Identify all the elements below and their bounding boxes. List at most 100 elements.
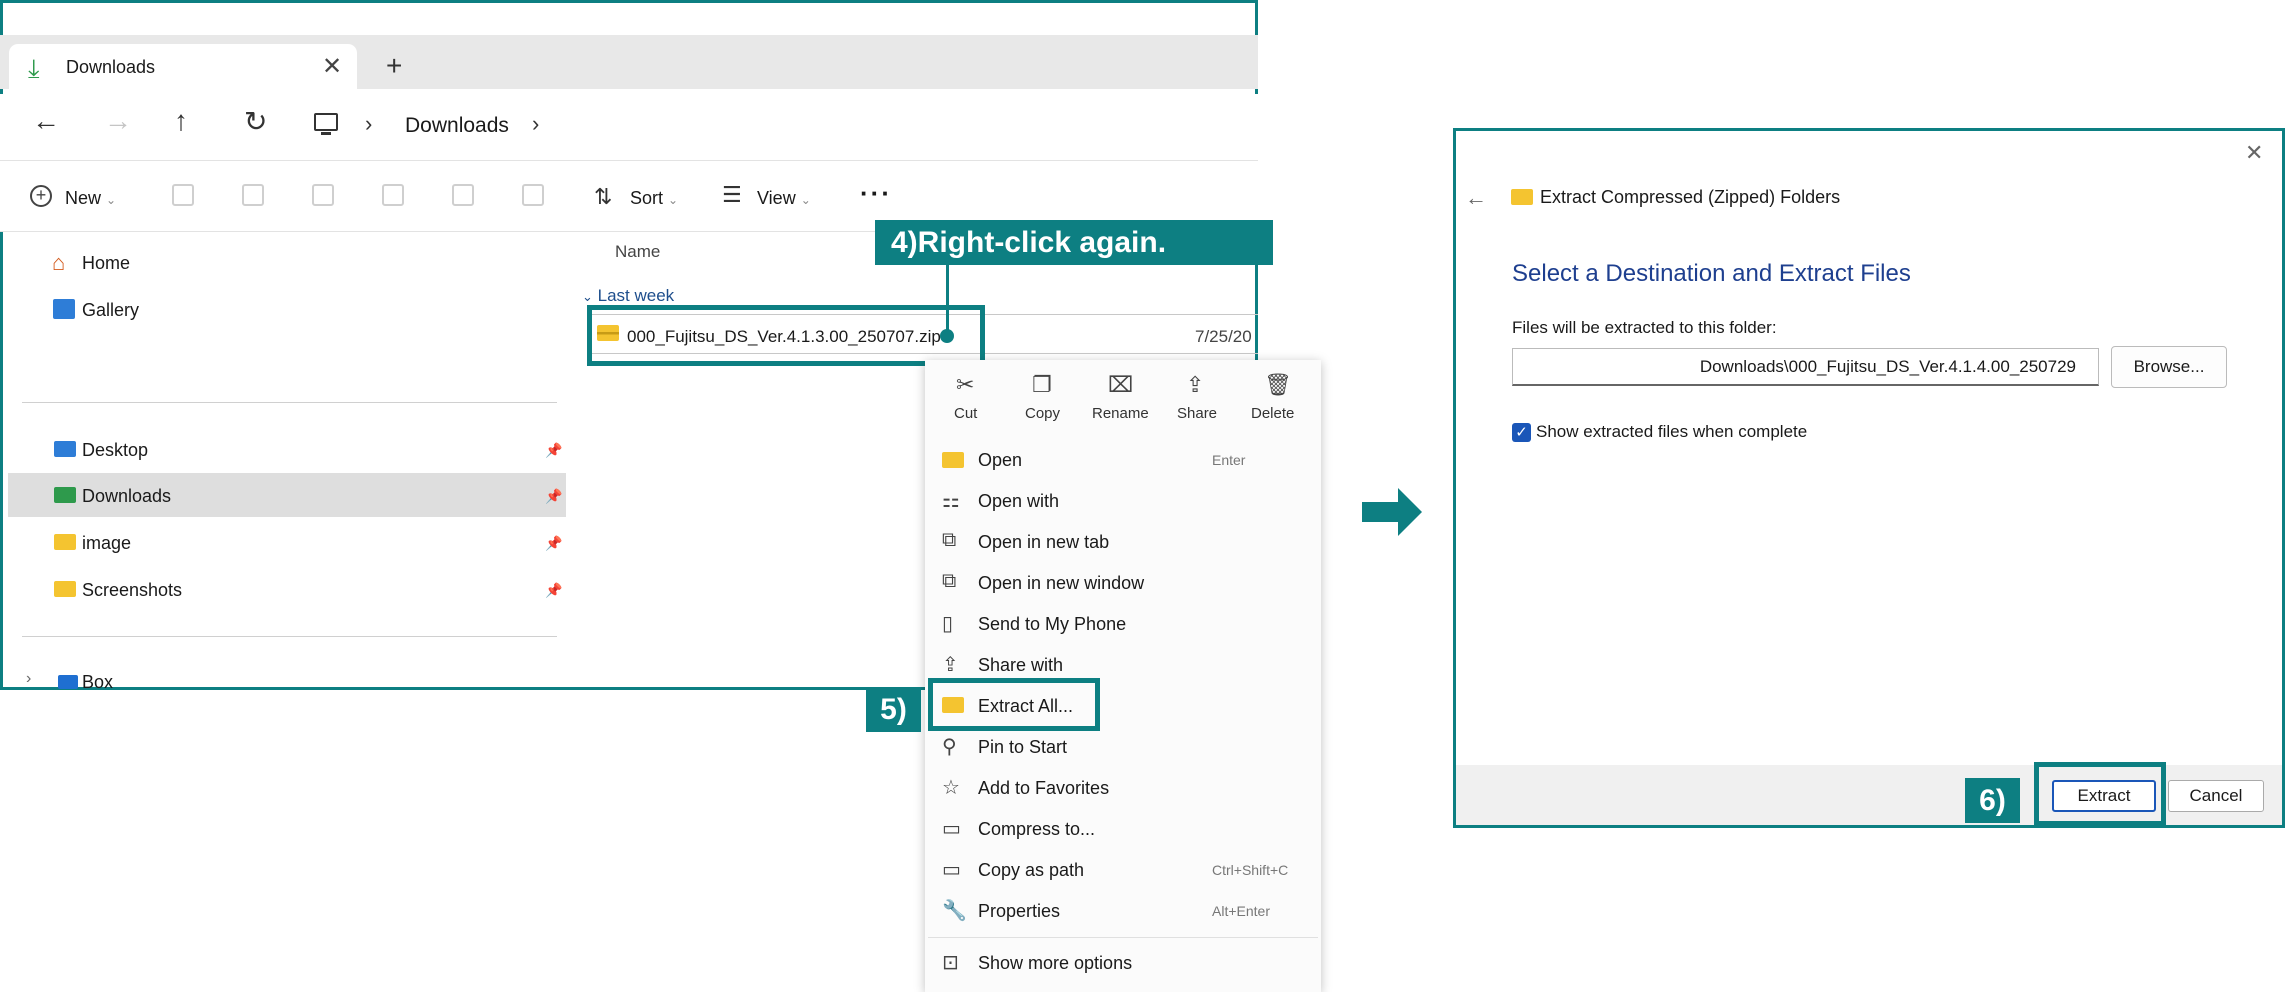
callout-highlight-extract — [2034, 762, 2166, 826]
menu-item-open[interactable]: Open — [978, 450, 1022, 471]
sidebar-item-desktop[interactable]: Desktop — [82, 440, 148, 461]
group-label: Last week — [597, 286, 675, 305]
sidebar-divider — [22, 402, 557, 403]
quick-action-cut[interactable]: Cut — [954, 405, 977, 422]
callout-step-5: 5) — [866, 687, 921, 732]
menu-shortcut: Alt+Enter — [1212, 903, 1270, 919]
menu-item-pin-to-start[interactable]: Pin to Start — [978, 737, 1067, 758]
callout-leader-dot — [940, 329, 954, 343]
open-with-icon: ⚏ — [942, 490, 960, 512]
folder-icon — [54, 534, 76, 550]
pin-icon: ⚲ — [942, 736, 957, 758]
trash-icon[interactable]: 🗑 — [1264, 372, 1292, 398]
menu-item-copy-as-path[interactable]: Copy as path — [978, 860, 1084, 881]
callout-leader-line — [946, 265, 949, 335]
menu-shortcut: Enter — [1212, 452, 1246, 468]
copy-icon[interactable]: ❐ — [1032, 372, 1052, 398]
group-header-last-week[interactable]: ⌄ Last week — [582, 286, 674, 306]
rename-icon-disabled — [382, 184, 404, 206]
home-icon: ⌂ — [52, 250, 66, 275]
callout-highlight-extract-all — [928, 678, 1100, 731]
folder-open-icon — [942, 452, 964, 468]
this-pc-icon[interactable] — [314, 113, 338, 131]
copy-path-icon: ▭ — [942, 859, 961, 881]
close-icon[interactable]: ✕ — [2245, 140, 2263, 166]
quick-action-delete[interactable]: Delete — [1251, 405, 1294, 422]
menu-item-properties[interactable]: Properties — [978, 901, 1060, 922]
column-header-name[interactable]: Name — [615, 242, 660, 262]
sidebar-item-gallery[interactable]: Gallery — [82, 300, 139, 321]
new-window-icon: ⧉ — [942, 570, 957, 592]
chevron-down-icon: ⌄ — [800, 193, 811, 207]
desktop-folder-icon — [54, 441, 76, 457]
copy-icon-disabled — [242, 184, 264, 206]
sidebar-item-screenshots[interactable]: Screenshots — [82, 580, 182, 601]
paste-icon-disabled — [312, 184, 334, 206]
menu-shortcut: Ctrl+Shift+C — [1212, 862, 1289, 878]
show-files-checkbox[interactable]: ✓ — [1512, 423, 1531, 442]
sort-label: Sort — [630, 188, 664, 208]
tab-downloads[interactable] — [9, 44, 357, 94]
sidebar-item-downloads[interactable]: Downloads — [82, 486, 171, 507]
tab-title: Downloads — [66, 57, 156, 77]
menu-item-add-to-favorites[interactable]: Add to Favorites — [978, 778, 1109, 799]
arrow-right-icon-shaft — [1362, 502, 1400, 522]
forward-arrow-icon: → — [104, 105, 132, 136]
destination-hint: Files will be extracted to this folder: — [1512, 318, 1777, 337]
back-arrow-icon[interactable]: ← — [32, 105, 60, 137]
zip-folder-icon — [1511, 189, 1533, 205]
pin-icon[interactable]: 📌 — [545, 488, 562, 505]
new-button[interactable]: New ⌄ — [65, 188, 116, 209]
file-date: 7/25/20 — [1195, 327, 1252, 346]
sort-button[interactable]: Sort ⌄ — [630, 188, 678, 209]
more-options-button[interactable]: ··· — [860, 178, 892, 209]
quick-action-share[interactable]: Share — [1177, 405, 1217, 422]
menu-item-share-with[interactable]: Share with — [978, 655, 1063, 676]
scissors-icon[interactable]: ✂ — [956, 372, 974, 398]
browse-button[interactable]: Browse... — [2111, 346, 2227, 388]
sidebar-item-box[interactable]: Box — [82, 672, 113, 693]
show-files-checkbox-label[interactable]: Show extracted files when complete — [1536, 422, 1807, 442]
breadcrumb-chevron-icon[interactable]: › — [365, 111, 372, 137]
back-arrow-icon[interactable]: ← — [1465, 185, 1487, 211]
expand-chevron-icon[interactable]: › — [26, 670, 31, 688]
tab-close-icon[interactable]: ✕ — [322, 52, 342, 81]
up-arrow-icon[interactable]: ↑ — [174, 105, 188, 137]
refresh-icon[interactable]: ↻ — [244, 105, 267, 138]
menu-item-compress-to[interactable]: Compress to... — [978, 819, 1095, 840]
pin-icon[interactable]: 📌 — [545, 582, 562, 599]
navigation-bar — [0, 94, 1258, 161]
breadcrumb-chevron-icon[interactable]: › — [532, 111, 539, 137]
delete-icon-disabled — [522, 184, 544, 206]
view-button[interactable]: View ⌄ — [757, 188, 811, 209]
destination-path-input[interactable]: Downloads\000_Fujitsu_DS_Ver.4.1.4.00_25… — [1512, 348, 2099, 386]
cancel-button[interactable]: Cancel — [2168, 780, 2264, 812]
sort-icon[interactable]: ⇅ — [594, 184, 612, 210]
pin-icon[interactable]: 📌 — [545, 535, 562, 552]
gallery-icon — [53, 299, 75, 319]
share-icon[interactable]: ⇪ — [1186, 372, 1204, 398]
rename-icon[interactable]: ⌧ — [1108, 372, 1133, 398]
new-tab-icon[interactable]: + — [386, 50, 402, 82]
view-icon[interactable]: ☰ — [722, 182, 742, 208]
new-plus-icon[interactable]: + — [30, 185, 52, 207]
downloads-folder-icon — [54, 487, 76, 503]
quick-action-rename[interactable]: Rename — [1092, 405, 1149, 422]
menu-item-open-with[interactable]: Open with — [978, 491, 1059, 512]
menu-item-show-more-options[interactable]: Show more options — [978, 953, 1132, 974]
menu-item-open-in-new-window[interactable]: Open in new window — [978, 573, 1144, 594]
chevron-down-icon: ⌄ — [582, 289, 593, 304]
menu-item-send-to-my-phone[interactable]: Send to My Phone — [978, 614, 1126, 635]
folder-icon — [54, 581, 76, 597]
compress-icon: ▭ — [942, 818, 961, 840]
chevron-down-icon: ⌄ — [106, 193, 117, 207]
callout-highlight-file — [587, 305, 985, 366]
pin-icon[interactable]: 📌 — [545, 442, 562, 459]
sidebar-item-home[interactable]: Home — [82, 253, 130, 274]
phone-icon: ▯ — [942, 613, 954, 635]
sidebar-item-image[interactable]: image — [82, 533, 131, 554]
dialog-heading: Select a Destination and Extract Files — [1512, 260, 1911, 287]
breadcrumb-downloads[interactable]: Downloads — [405, 114, 509, 138]
quick-action-copy[interactable]: Copy — [1025, 405, 1060, 422]
menu-item-open-in-new-tab[interactable]: Open in new tab — [978, 532, 1109, 553]
